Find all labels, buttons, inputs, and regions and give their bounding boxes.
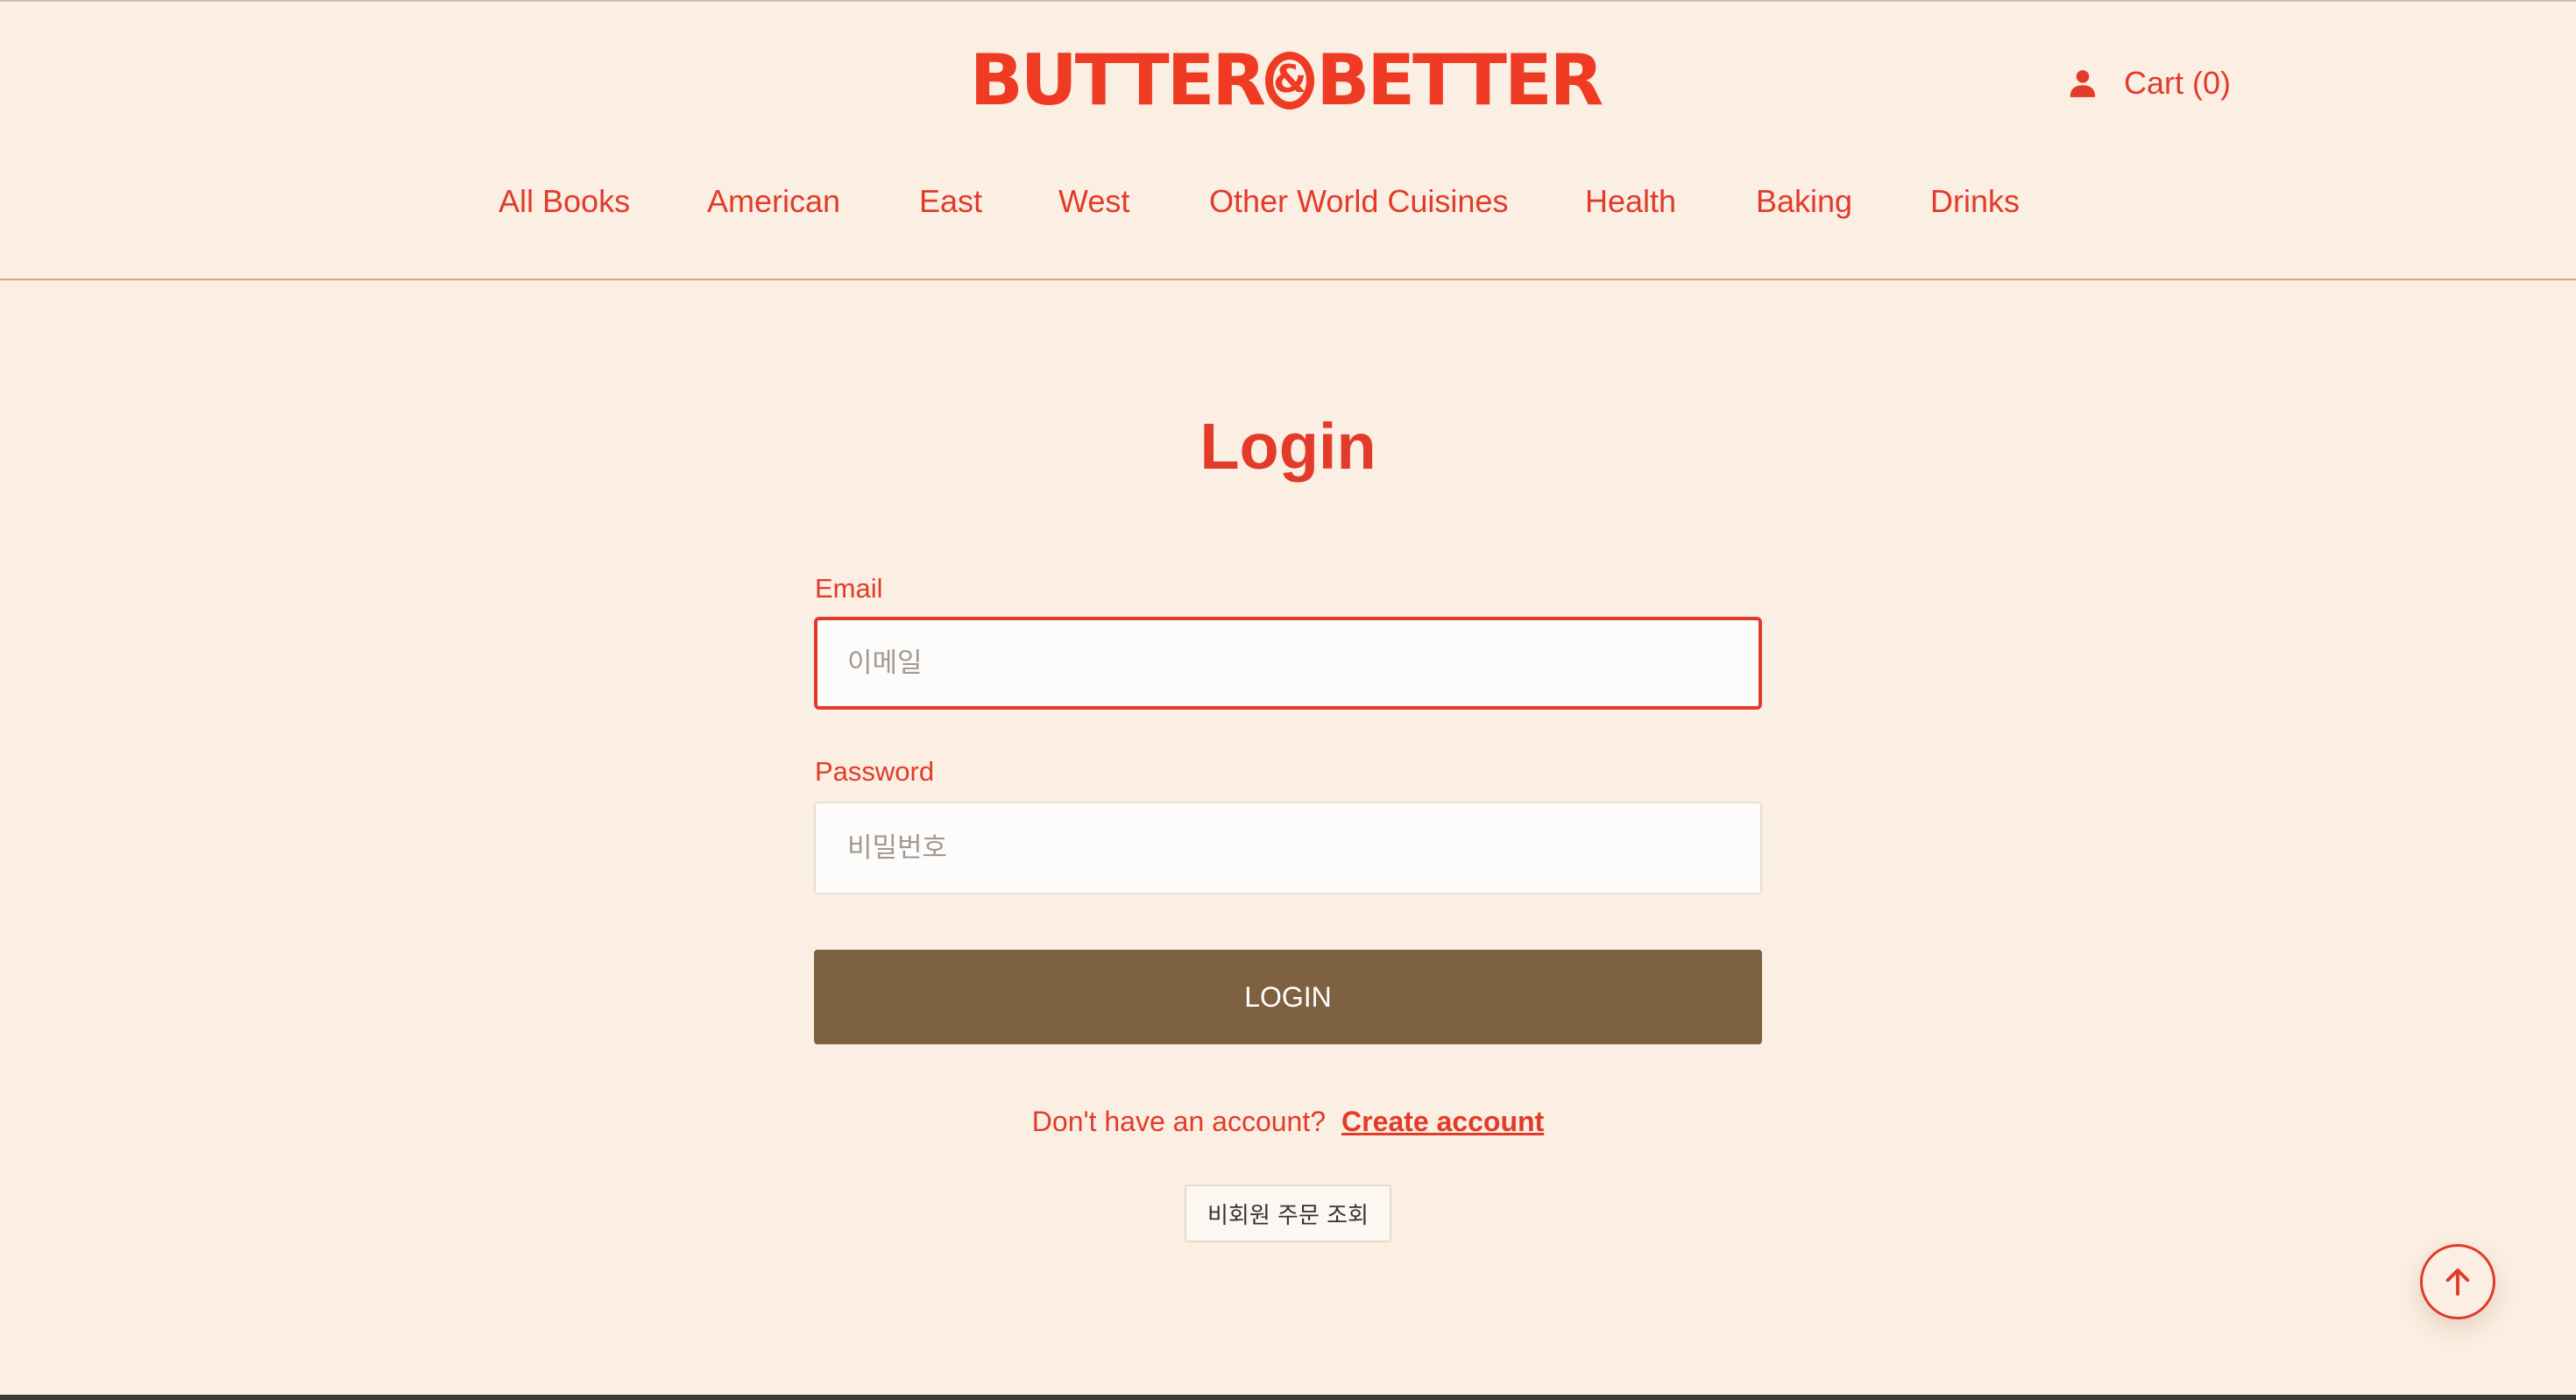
password-field[interactable]	[814, 802, 1762, 894]
create-account-link[interactable]: Create account	[1341, 1106, 1544, 1137]
brand-logo[interactable]: BUTTER & BETTER	[970, 41, 1603, 120]
nav-item-west[interactable]: West	[1058, 177, 1129, 226]
nav-item-baking[interactable]: Baking	[1756, 177, 1852, 226]
nav-item-other-world-cuisines[interactable]: Other World Cuisines	[1209, 177, 1508, 226]
logo-text-left: BUTTER	[969, 39, 1266, 121]
signup-prompt: Don't have an account? Create account	[0, 1100, 2576, 1142]
cart-link[interactable]: Cart (0)	[2124, 61, 2231, 105]
person-icon	[2066, 67, 2099, 100]
window-bottom-edge	[0, 1395, 2576, 1400]
no-account-text: Don't have an account?	[1031, 1106, 1327, 1137]
logo-ampersand: &	[1264, 52, 1315, 110]
password-label: Password	[815, 756, 935, 787]
logo-text-right: BETTER	[1316, 39, 1603, 121]
account-button[interactable]	[2066, 61, 2099, 105]
nav-item-american[interactable]: American	[707, 177, 840, 226]
arrow-up-icon	[2439, 1263, 2476, 1300]
nav-item-drinks[interactable]: Drinks	[1930, 177, 2020, 226]
email-label: Email	[815, 573, 883, 604]
site-header: BUTTER & BETTER Cart (0) All Books America…	[0, 0, 2576, 280]
nav-item-all-books[interactable]: All Books	[499, 177, 630, 226]
category-nav: All Books American East West Other World…	[0, 177, 2576, 226]
scroll-to-top-button[interactable]	[2420, 1244, 2495, 1319]
login-button[interactable]: LOGIN	[814, 950, 1762, 1044]
page-title: Login	[1200, 410, 1376, 483]
nav-item-east[interactable]: East	[919, 177, 982, 226]
email-field[interactable]	[814, 617, 1762, 710]
guest-order-lookup-button[interactable]: 비회원 주문 조회	[1185, 1184, 1391, 1242]
nav-item-health[interactable]: Health	[1585, 177, 1676, 226]
